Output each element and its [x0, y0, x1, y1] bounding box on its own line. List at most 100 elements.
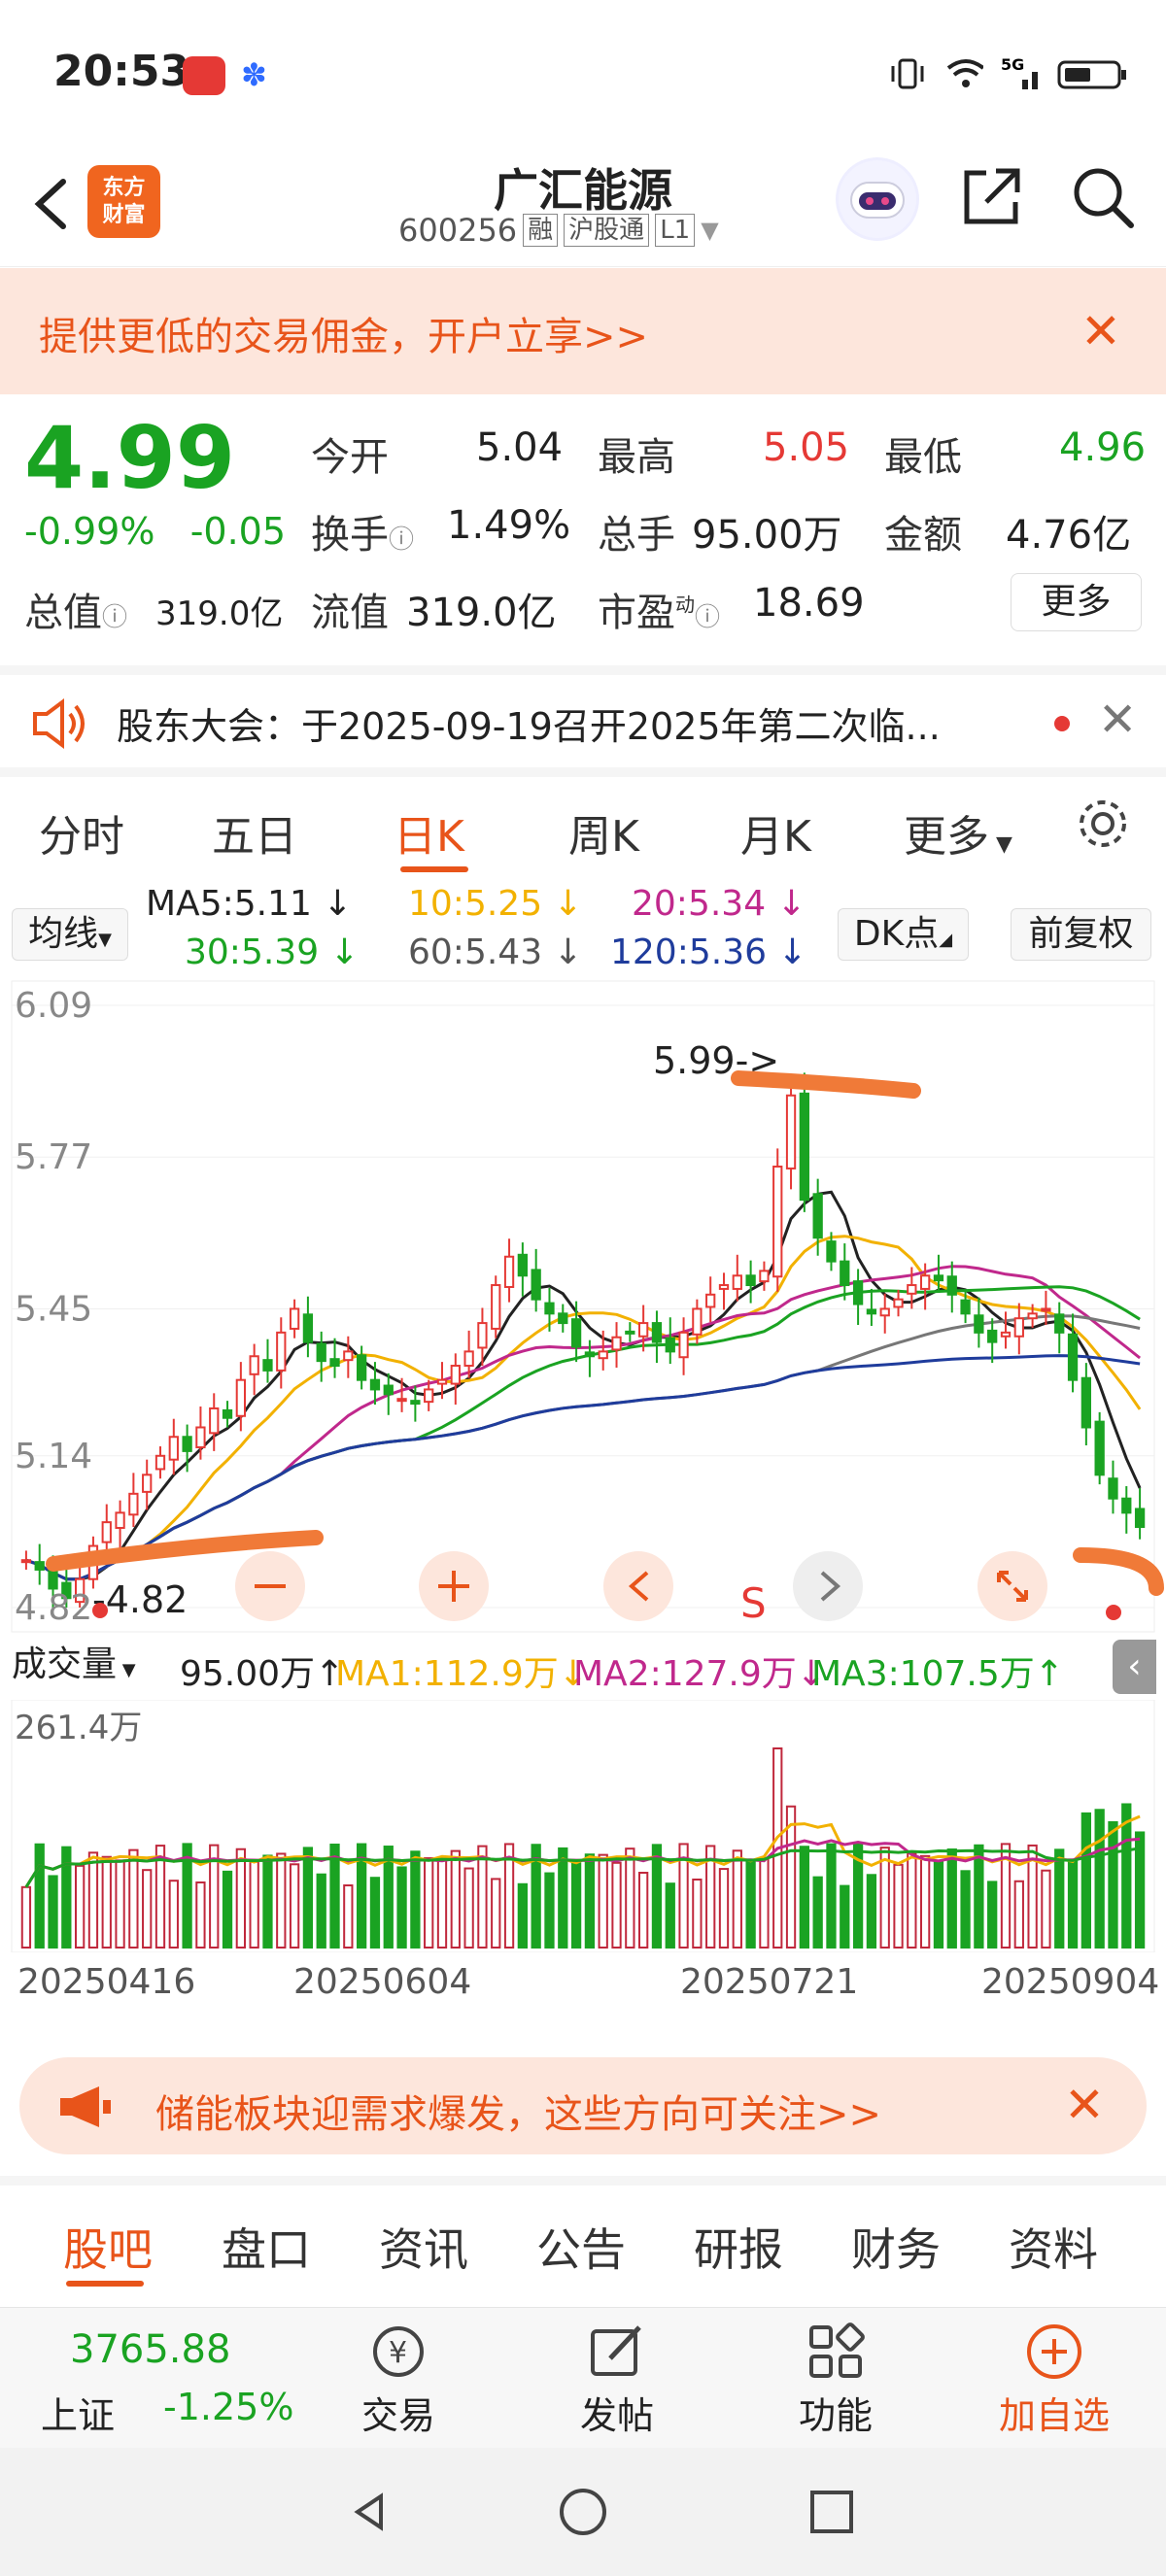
volume-bar	[20, 1885, 32, 1949]
sector-banner-close-icon[interactable]: ✕	[1064, 2077, 1105, 2133]
collapse-panel-button[interactable]: ‹	[1113, 1640, 1156, 1694]
candlestick-chart[interactable]: 6.095.775.455.144.82 5.99-> -4.82 S	[0, 976, 1166, 1637]
tab-pankou[interactable]: 盘口	[222, 2215, 311, 2279]
tab-monthly-k[interactable]: 月K	[740, 801, 811, 864]
sector-banner-text[interactable]: 储能板块迎需求爆发，这些方向可关注>>	[155, 2083, 881, 2139]
candle-body	[879, 1307, 890, 1317]
open-label: 今开	[311, 435, 389, 480]
candle-body	[436, 1378, 448, 1385]
announcement-text[interactable]: 股东大会：于2025-09-19召开2025年第二次临...	[117, 696, 941, 750]
candle-body	[732, 1274, 742, 1290]
ma5-value: MA5:5.11 ↓	[146, 884, 353, 924]
candle-body	[933, 1274, 944, 1282]
volume-bar	[611, 1861, 622, 1949]
date-axis: 20250416 20250604 20250721 20250904	[0, 1962, 1166, 2011]
promo-close-icon[interactable]: ✕	[1080, 303, 1121, 359]
candle-body	[517, 1253, 529, 1277]
dock-post[interactable]: 发帖	[530, 2318, 704, 2439]
announcement-close-icon[interactable]: ✕	[1098, 693, 1137, 747]
low-value: 4.96	[1059, 425, 1147, 470]
volume-bar	[1054, 1848, 1065, 1949]
candle-body	[692, 1307, 703, 1336]
notification-app-icon	[183, 56, 225, 95]
stock-subtitle[interactable]: 600256 融 沪股通 L1 ▼	[398, 212, 719, 249]
grid-icon	[802, 2318, 870, 2386]
tab-weekly-k[interactable]: 周K	[568, 801, 639, 864]
volume-bar	[369, 1877, 381, 1949]
tab-research[interactable]: 研报	[694, 2215, 783, 2279]
gear-icon[interactable]	[1074, 795, 1132, 853]
volume-bar	[879, 1847, 890, 1949]
nav-recents-icon[interactable]	[810, 2491, 853, 2533]
volume-bar	[933, 1860, 944, 1949]
tab-five-day[interactable]: 五日	[212, 801, 297, 864]
volume-bar	[1067, 1859, 1079, 1949]
quote-more-button[interactable]: 更多	[1011, 573, 1142, 631]
volume-bar	[692, 1878, 703, 1949]
volume-bar	[302, 1847, 314, 1949]
ma-selector[interactable]: 均线▼	[12, 908, 128, 961]
tab-intraday[interactable]: 分时	[39, 801, 124, 864]
candle-body	[329, 1358, 340, 1368]
candle-body	[396, 1398, 407, 1403]
y-tick-label: 5.77	[15, 1137, 92, 1177]
trade-icon: ¥	[364, 2318, 432, 2386]
volume-bar	[638, 1872, 649, 1949]
mktcap-value: 319.0亿	[155, 594, 284, 633]
nav-back-icon[interactable]	[354, 2492, 383, 2531]
tab-daily-k[interactable]: 日K	[394, 801, 464, 864]
tab-news[interactable]: 资讯	[379, 2215, 468, 2279]
dock-trade[interactable]: ¥ 交易	[311, 2318, 486, 2439]
open-value: 5.04	[476, 425, 564, 470]
dk-point-button[interactable]: DK点◢	[838, 908, 969, 961]
tag-connect: 沪股通	[564, 214, 650, 247]
volume-bar	[115, 1859, 125, 1949]
date-tick: 20250721	[680, 1962, 859, 2002]
scroll-left-button[interactable]	[603, 1551, 673, 1621]
ma10-value: 10:5.25 ↓	[408, 884, 583, 924]
tab-finance[interactable]: 财务	[851, 2215, 941, 2279]
candle-body	[570, 1318, 582, 1348]
stock-code: 600256	[398, 212, 518, 249]
volume-bar	[87, 1851, 99, 1949]
sector-banner[interactable]: 储能板块迎需求爆发，这些方向可关注>> ✕	[19, 2057, 1147, 2154]
candle-body	[1067, 1333, 1079, 1381]
date-tick: 20250416	[17, 1962, 196, 2002]
promo-text[interactable]: 提供更低的交易佣金，开户立享>>	[39, 305, 648, 361]
tab-more[interactable]: 更多 ▼	[904, 801, 1012, 864]
tab-profile[interactable]: 资料	[1009, 2215, 1098, 2279]
wifi-icon	[944, 54, 983, 93]
tab-guba[interactable]: 股吧	[63, 2215, 153, 2279]
volume-bar	[48, 1875, 58, 1949]
ai-assistant-icon[interactable]	[836, 157, 919, 241]
last-price: 4.99	[24, 408, 236, 508]
ma30-value: 30:5.39 ↓	[185, 932, 360, 972]
candle-body	[154, 1454, 166, 1471]
volume-chart[interactable]: 261.4万	[0, 1700, 1166, 1952]
share-icon[interactable]	[957, 163, 1025, 231]
zoom-out-button[interactable]	[235, 1551, 305, 1621]
volume-bar	[396, 1866, 407, 1949]
fullscreen-button[interactable]	[977, 1551, 1047, 1621]
announcement-bar[interactable]: 股东大会：于2025-09-19召开2025年第二次临... ✕	[0, 665, 1166, 763]
nav-home-icon[interactable]	[560, 2489, 606, 2535]
adjust-button[interactable]: 前复权	[1011, 908, 1151, 961]
dock-add-watchlist[interactable]: 加自选	[967, 2318, 1142, 2439]
candle-body	[745, 1274, 756, 1287]
scroll-right-button[interactable]	[793, 1551, 863, 1621]
signal-5g-icon: 5G	[1001, 54, 1040, 93]
candle-body	[168, 1436, 179, 1461]
search-icon[interactable]	[1069, 163, 1137, 231]
y-tick-label: 6.09	[15, 986, 92, 1026]
promo-banner[interactable]: 提供更低的交易佣金，开户立享>> ✕	[0, 268, 1166, 394]
candle-body	[357, 1354, 367, 1381]
turnover-value: 1.49%	[447, 503, 571, 548]
volume-bar	[732, 1849, 742, 1949]
volume-bar	[517, 1882, 529, 1949]
candle-body	[34, 1561, 45, 1571]
dock-functions[interactable]: 功能	[748, 2318, 923, 2439]
tab-announcements[interactable]: 公告	[536, 2215, 626, 2279]
indicator-selector[interactable]: 成交量 ▼	[12, 1640, 172, 1692]
zoom-in-button[interactable]	[419, 1551, 489, 1621]
candle-body	[718, 1284, 730, 1290]
